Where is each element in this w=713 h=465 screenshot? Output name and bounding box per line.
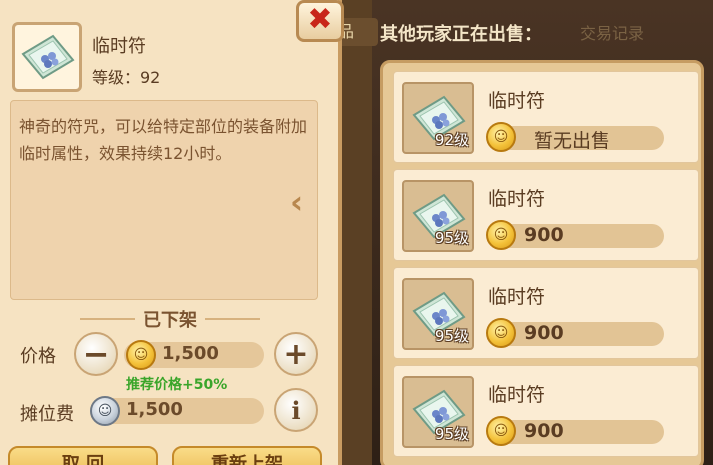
close-icon: ✖ xyxy=(307,2,333,37)
listing-price: 900 xyxy=(524,224,564,246)
item-thumbnail xyxy=(12,22,82,92)
price-value: 1,500 xyxy=(162,343,219,364)
listing-name: 临时符 xyxy=(488,384,546,406)
item-thumbnail: 95级 xyxy=(402,376,474,448)
gold-coin-icon: ☺ xyxy=(486,318,516,348)
listing-price: 900 xyxy=(524,420,564,442)
chevron-left-icon[interactable]: ‹ xyxy=(290,186,312,220)
list-item[interactable]: 95级 临时符 ☺ 900 xyxy=(393,169,699,261)
background-divider xyxy=(342,0,372,465)
gold-coin-icon: ☺ xyxy=(486,416,516,446)
item-thumbnail: 92级 xyxy=(402,82,474,154)
other-sellers-list: 92级 临时符 ☺ 暂无出售 95级 临时符 ☺ 900 95级 临时符 ☺ 9… xyxy=(380,60,704,465)
item-thumbnail: 95级 xyxy=(402,278,474,350)
item-name: 临时符 xyxy=(92,36,146,57)
fee-label: 摊位费 xyxy=(20,404,74,425)
listing-name: 临时符 xyxy=(488,188,546,210)
status-label: 已下架 xyxy=(143,310,197,331)
gold-coin-icon: ☺ xyxy=(486,220,516,250)
listing-name: 临时符 xyxy=(488,286,546,308)
relist-button[interactable]: 重新上架 xyxy=(172,446,322,465)
item-thumbnail: 95级 xyxy=(402,180,474,252)
plus-button[interactable]: + xyxy=(274,332,318,376)
other-sellers-header: 其他玩家正在出售： xyxy=(380,24,542,45)
listing-name: 临时符 xyxy=(488,90,546,112)
list-item[interactable]: 92级 临时符 ☺ 暂无出售 xyxy=(393,71,699,163)
fee-value: 1,500 xyxy=(126,399,183,420)
info-icon: i xyxy=(291,395,301,425)
listing-price: 暂无出售 xyxy=(534,130,611,152)
item-level-badge: 95级 xyxy=(434,229,469,247)
minus-button[interactable]: − xyxy=(74,332,118,376)
listing-price: 900 xyxy=(524,322,564,344)
price-label: 价格 xyxy=(20,346,56,367)
retrieve-button[interactable]: 取 回 xyxy=(8,446,158,465)
talisman-icon xyxy=(21,34,75,80)
ornament-line-left xyxy=(80,318,135,320)
item-level-badge: 95级 xyxy=(434,327,469,345)
list-item[interactable]: 95级 临时符 ☺ 900 xyxy=(393,365,699,457)
item-level-badge: 92级 xyxy=(434,131,469,149)
list-item[interactable]: 95级 临时符 ☺ 900 xyxy=(393,267,699,359)
listing-price-bar xyxy=(490,420,664,444)
recommended-price-text: 推荐价格+50% xyxy=(126,377,228,393)
item-level: 等级：92 xyxy=(92,68,161,87)
gold-coin-icon: ☺ xyxy=(486,122,516,152)
plus-icon: + xyxy=(283,336,309,372)
item-level-badge: 95级 xyxy=(434,425,469,443)
gold-coin-icon: ☺ xyxy=(126,340,156,370)
silver-coin-icon: ☺ xyxy=(90,396,120,426)
trade-history-tab[interactable]: 交易记录 xyxy=(580,20,644,44)
close-button[interactable]: ✖ xyxy=(296,0,344,42)
listing-price-bar xyxy=(490,224,664,248)
listing-price-bar xyxy=(490,322,664,346)
status-divider: 已下架 xyxy=(80,305,260,333)
info-button[interactable]: i xyxy=(274,388,318,432)
ornament-line-right xyxy=(205,318,260,320)
item-description: 神奇的符咒，可以给特定部位的装备附加临时属性，效果持续12小时。 xyxy=(10,100,318,300)
minus-icon: − xyxy=(82,335,110,373)
item-detail-panel: 临时符 等级：92 神奇的符咒，可以给特定部位的装备附加临时属性，效果持续12小… xyxy=(0,0,342,465)
